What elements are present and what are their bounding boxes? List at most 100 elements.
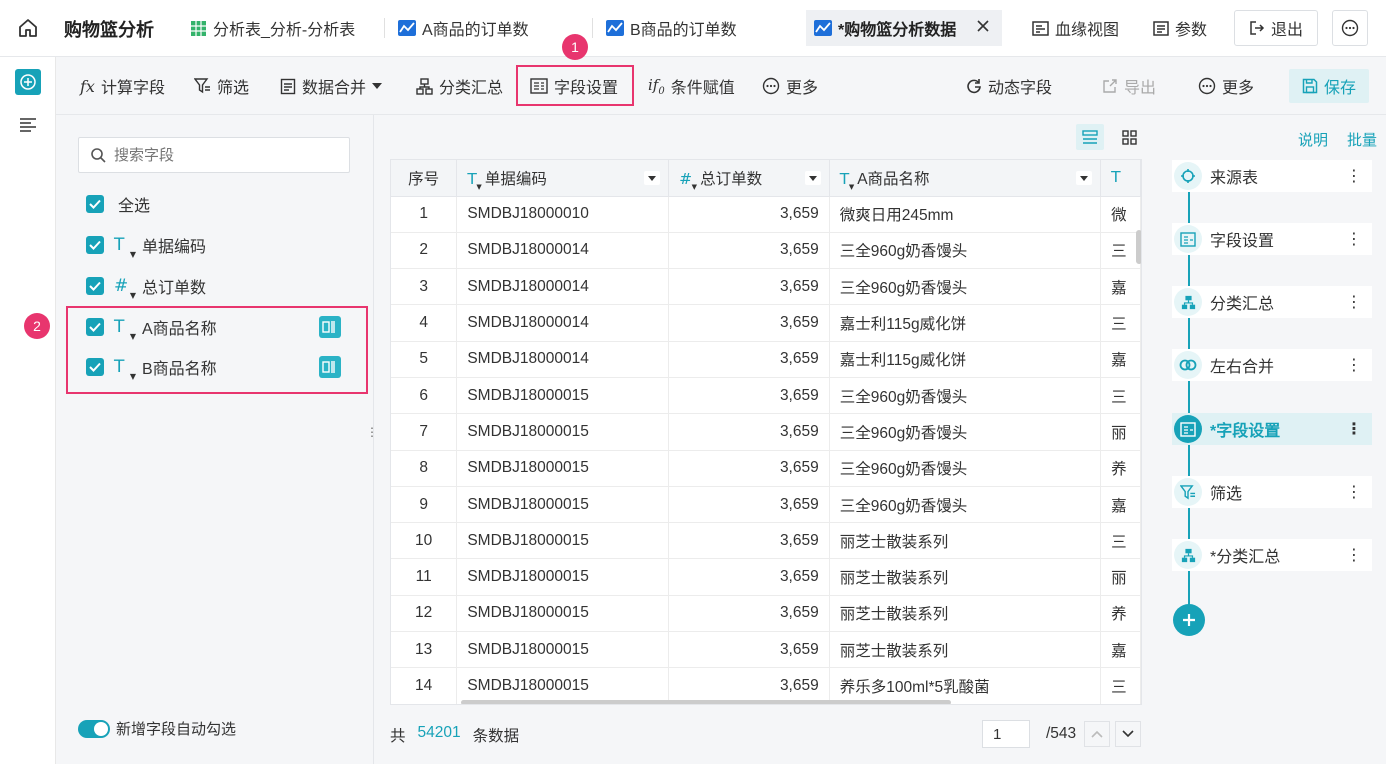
text-type-icon: T bbox=[1111, 168, 1121, 187]
lineage-view-button[interactable]: 血缘视图 bbox=[1032, 10, 1119, 46]
page-prev-button[interactable] bbox=[1084, 721, 1110, 747]
checkbox-checked-icon[interactable] bbox=[86, 195, 104, 213]
flow-node[interactable]: 来源表 ⋮ bbox=[1172, 160, 1372, 192]
spreadsheet-icon bbox=[190, 20, 207, 37]
dropdown-icon[interactable] bbox=[644, 171, 661, 185]
resize-handle-icon[interactable]: ⋮ bbox=[366, 426, 378, 438]
page-input[interactable]: 1 bbox=[982, 720, 1030, 748]
field-settings-icon bbox=[1174, 415, 1202, 443]
flow-node[interactable]: 左右合并 ⋮ bbox=[1172, 349, 1372, 381]
dropdown-icon[interactable] bbox=[804, 171, 821, 185]
node-menu-icon[interactable]: ⋮ bbox=[1346, 545, 1362, 565]
data-merge-button[interactable]: 数据合并 bbox=[280, 69, 383, 103]
more-circle-icon bbox=[1198, 77, 1216, 95]
grid-view-icon[interactable] bbox=[1116, 124, 1142, 150]
column-header-doc-code[interactable]: T ▼ 单据编码 bbox=[456, 160, 670, 197]
tab-a-orders[interactable]: A商品的订单数 bbox=[398, 10, 529, 46]
number-type-icon: # ▼ bbox=[114, 276, 136, 300]
table-cell: 嘉士利115g威化饼 bbox=[829, 304, 1102, 342]
lineage-icon bbox=[1032, 20, 1049, 36]
filter-button[interactable]: 筛选 bbox=[194, 69, 249, 103]
add-icon[interactable] bbox=[15, 69, 41, 95]
more-menu-button[interactable] bbox=[1332, 10, 1368, 46]
flow-node[interactable]: *分类汇总 ⋮ bbox=[1172, 539, 1372, 571]
table-row[interactable]: 1 SMDBJ18000010 3,659 微爽日用245mm 微 bbox=[391, 196, 1141, 233]
column-header-total-orders[interactable]: # ▼ 总订单数 bbox=[668, 160, 830, 197]
more-actions-button[interactable]: 更多 bbox=[1198, 69, 1254, 103]
field-row-doc-code[interactable]: T ▼ 单据编码 bbox=[86, 231, 206, 259]
search-icon bbox=[91, 147, 106, 163]
batch-link[interactable]: 批量 bbox=[1347, 129, 1377, 150]
column-header-a-product[interactable]: T ▼ A商品名称 bbox=[829, 160, 1102, 197]
table-cell: 3,659 bbox=[668, 232, 830, 270]
checkbox-checked-icon[interactable] bbox=[86, 277, 104, 295]
tab-label: 分析表_分析-分析表 bbox=[213, 22, 356, 39]
group-summary-button[interactable]: 分类汇总 bbox=[416, 69, 503, 103]
explain-link[interactable]: 说明 bbox=[1298, 129, 1328, 150]
select-all-row[interactable]: 全选 bbox=[86, 190, 150, 218]
flow-node-label: 筛选 bbox=[1210, 486, 1243, 503]
page-next-button[interactable] bbox=[1115, 721, 1141, 747]
step-badge-2: 2 bbox=[24, 313, 50, 339]
table-row[interactable]: 9 SMDBJ18000015 3,659 三全960g奶香馒头嘉 bbox=[391, 486, 1141, 524]
data-merge-label: 数据合并 bbox=[302, 80, 367, 97]
table-cell: 3,659 bbox=[668, 268, 830, 306]
flow-node[interactable]: 分类汇总 ⋮ bbox=[1172, 286, 1372, 318]
table-row[interactable]: 14 SMDBJ18000015 3,659 养乐多100ml*5乳酸菌三 bbox=[391, 667, 1141, 704]
node-menu-icon[interactable]: ⋮ bbox=[1346, 292, 1362, 312]
auto-check-label: 新增字段自动勾选 bbox=[116, 721, 237, 738]
table-cell: 丽 bbox=[1100, 413, 1141, 451]
table-row[interactable]: 6 SMDBJ18000015 3,659 三全960g奶香馒头三 bbox=[391, 377, 1141, 415]
search-input[interactable] bbox=[114, 146, 314, 164]
table-row[interactable]: 8 SMDBJ18000015 3,659 三全960g奶香馒头养 bbox=[391, 450, 1141, 487]
node-menu-icon[interactable]: ⋮ bbox=[1346, 482, 1362, 502]
tab-basket-data[interactable]: *购物篮分析数据 bbox=[806, 10, 1002, 46]
more-tools-button[interactable]: 更多 bbox=[762, 69, 818, 103]
calc-field-button[interactable]: fx 计算字段 bbox=[80, 69, 165, 103]
close-icon[interactable] bbox=[976, 19, 990, 33]
export-button[interactable]: 导出 bbox=[1102, 69, 1156, 103]
table-row[interactable]: 2 SMDBJ18000014 3,659 三全960g奶香馒头三 bbox=[391, 232, 1141, 270]
add-step-icon[interactable] bbox=[1173, 604, 1205, 636]
flow-node[interactable]: *字段设置 ⋮ bbox=[1172, 413, 1372, 445]
flow-node-label: 来源表 bbox=[1210, 170, 1259, 187]
dropdown-icon[interactable] bbox=[1076, 171, 1093, 185]
outline-icon[interactable] bbox=[19, 117, 37, 133]
logout-button[interactable]: 退出 bbox=[1234, 10, 1318, 46]
flow-node-label: 分类汇总 bbox=[1210, 296, 1275, 313]
search-field-box[interactable] bbox=[78, 137, 350, 173]
auto-check-toggle-row[interactable]: 新增字段自动勾选 bbox=[78, 718, 236, 739]
table-row[interactable]: 11 SMDBJ18000015 3,659 丽芝士散装系列丽 bbox=[391, 558, 1141, 596]
column-header-partial[interactable]: T bbox=[1100, 160, 1141, 197]
table-row[interactable]: 4 SMDBJ18000014 3,659 嘉士利115g威化饼三 bbox=[391, 304, 1141, 342]
node-menu-icon[interactable]: ⋮ bbox=[1346, 355, 1362, 375]
conditional-assign-button[interactable]: if0 条件赋值 bbox=[648, 69, 735, 103]
tab-analysis-table[interactable]: 分析表_分析-分析表 bbox=[190, 10, 355, 46]
table-row[interactable]: 10 SMDBJ18000015 3,659 丽芝士散装系列三 bbox=[391, 522, 1141, 560]
flow-node[interactable]: 筛选 ⋮ bbox=[1172, 476, 1372, 508]
checkbox-checked-icon[interactable] bbox=[86, 236, 104, 254]
node-menu-icon[interactable]: ⋮ bbox=[1346, 419, 1362, 439]
filter-icon bbox=[194, 78, 211, 94]
tab-b-orders[interactable]: B商品的订单数 bbox=[606, 10, 737, 46]
column-header-index: 序号 bbox=[391, 160, 458, 197]
table-row[interactable]: 13 SMDBJ18000015 3,659 丽芝士散装系列嘉 bbox=[391, 631, 1141, 669]
home-icon[interactable] bbox=[18, 18, 38, 38]
flow-node[interactable]: 字段设置 ⋮ bbox=[1172, 223, 1372, 255]
table-row[interactable]: 3 SMDBJ18000014 3,659 三全960g奶香馒头嘉 bbox=[391, 268, 1141, 306]
dynamic-field-button[interactable]: 动态字段 bbox=[966, 69, 1052, 103]
field-name: 总订单数 bbox=[142, 280, 207, 297]
vertical-scrollbar[interactable] bbox=[1136, 230, 1141, 264]
node-menu-icon[interactable]: ⋮ bbox=[1346, 166, 1362, 186]
export-icon bbox=[1102, 78, 1118, 94]
save-button[interactable]: 保存 bbox=[1289, 69, 1369, 103]
node-menu-icon[interactable]: ⋮ bbox=[1346, 229, 1362, 249]
table-row[interactable]: 12 SMDBJ18000015 3,659 丽芝士散装系列养 bbox=[391, 595, 1141, 633]
table-row[interactable]: 5 SMDBJ18000014 3,659 嘉士利115g威化饼嘉 bbox=[391, 341, 1141, 378]
params-button[interactable]: 参数 bbox=[1153, 10, 1207, 46]
toggle-on-icon[interactable] bbox=[78, 719, 110, 738]
table-row[interactable]: 7 SMDBJ18000015 3,659 三全960g奶香馒头丽 bbox=[391, 413, 1141, 451]
field-row-total-orders[interactable]: # ▼ 总订单数 bbox=[86, 272, 206, 300]
toolbar: fx 计算字段 筛选 数据合并 分类汇总 字段设置 if0 条件赋值 更多 动态… bbox=[56, 57, 1386, 115]
list-view-icon[interactable] bbox=[1076, 124, 1104, 150]
